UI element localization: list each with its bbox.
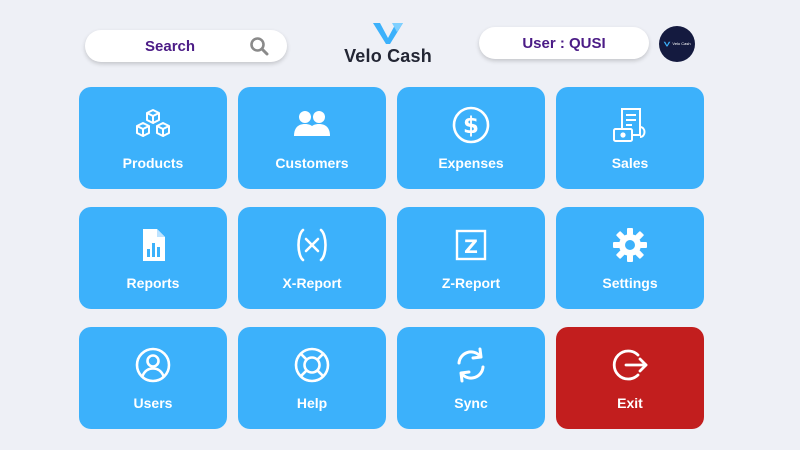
tile-label: Products — [122, 155, 184, 171]
gear-icon — [610, 225, 650, 265]
tile-label: Sync — [454, 395, 488, 411]
tile-exit[interactable]: Exit — [556, 327, 704, 429]
avatar[interactable]: Velo Cash — [659, 26, 695, 62]
exit-icon — [610, 345, 650, 385]
users-group-icon — [292, 105, 332, 145]
lifebuoy-icon — [292, 345, 332, 385]
brand-name: Velo Cash — [344, 46, 432, 66]
tile-label: Expenses — [438, 155, 504, 171]
user-circle-icon — [133, 345, 173, 385]
avatar-text: Velo Cash — [672, 41, 691, 46]
tile-reports[interactable]: Reports — [79, 207, 227, 309]
tile-settings[interactable]: Settings — [556, 207, 704, 309]
main-menu-grid: Products Customers $ Expenses Sales Repo… — [79, 87, 706, 429]
tile-sales[interactable]: Sales — [556, 87, 704, 189]
brand: Velo Cash — [330, 20, 446, 70]
tile-help[interactable]: Help — [238, 327, 386, 429]
velo-logo-icon — [370, 20, 406, 46]
x-report-icon — [292, 225, 332, 265]
tile-label: X-Report — [282, 275, 342, 291]
tile-sync[interactable]: Sync — [397, 327, 545, 429]
dollar-circle-icon: $ — [451, 105, 491, 145]
tile-products[interactable]: Products — [79, 87, 227, 189]
tile-label: Reports — [126, 275, 180, 291]
svg-text:$: $ — [463, 113, 479, 139]
svg-text:Z: Z — [464, 236, 478, 258]
receipt-money-icon — [610, 105, 650, 145]
tile-users[interactable]: Users — [79, 327, 227, 429]
boxes-icon — [133, 105, 173, 145]
sync-icon — [451, 345, 491, 385]
tile-z-report[interactable]: Z Z-Report — [397, 207, 545, 309]
tile-x-report[interactable]: X-Report — [238, 207, 386, 309]
tile-label: Customers — [275, 155, 349, 171]
tile-expenses[interactable]: $ Expenses — [397, 87, 545, 189]
tile-label: Users — [133, 395, 173, 411]
search-input[interactable]: Search — [145, 38, 249, 55]
z-report-icon: Z — [451, 225, 491, 265]
search-bar[interactable]: Search — [85, 30, 287, 62]
search-icon[interactable] — [249, 36, 269, 56]
report-file-icon — [133, 225, 173, 265]
user-label: User : QUSI — [479, 27, 649, 59]
tile-label: Settings — [602, 275, 658, 291]
tile-label: Z-Report — [441, 275, 501, 291]
tile-label: Exit — [617, 395, 643, 411]
avatar-logo: Velo Cash — [663, 41, 691, 47]
tile-customers[interactable]: Customers — [238, 87, 386, 189]
velo-mini-logo-icon — [664, 41, 671, 47]
tile-label: Sales — [611, 155, 649, 171]
tile-label: Help — [296, 395, 328, 411]
